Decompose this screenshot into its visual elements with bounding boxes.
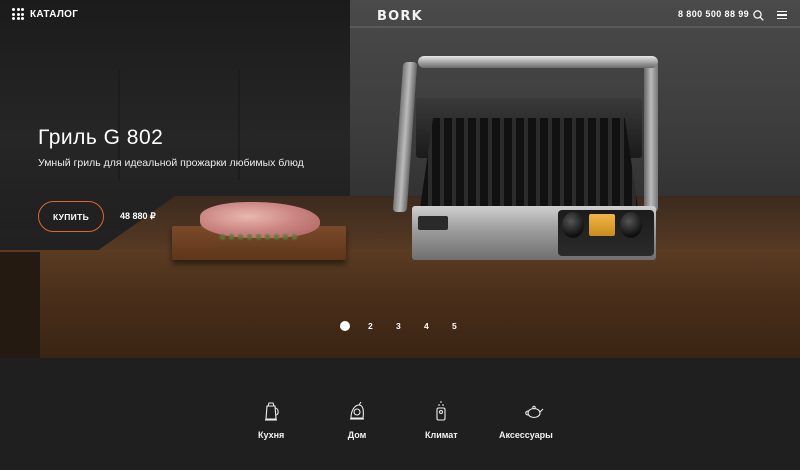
logo-text: BORK: [377, 9, 423, 23]
counter-front: [0, 250, 800, 358]
search-icon[interactable]: [753, 10, 764, 21]
grid-dots-icon: [12, 8, 24, 20]
kettle-icon: [265, 402, 279, 421]
teapot-icon: [525, 405, 544, 419]
slide-2-button[interactable]: 2: [368, 321, 396, 331]
catalog-button[interactable]: КАТАЛОГ: [12, 8, 78, 20]
product-description: Умный гриль для идеальной прожарки любим…: [38, 157, 304, 169]
grill-knob-left: [562, 212, 584, 238]
grill-display: [589, 214, 615, 236]
grill-drip-tray: [418, 216, 448, 230]
slider-pagination: 2 3 4 5: [340, 321, 480, 331]
category-home[interactable]: Дом: [347, 400, 367, 440]
menu-icon[interactable]: [777, 11, 787, 19]
grill-arm-right: [644, 62, 658, 212]
category-label: Климат: [425, 430, 458, 440]
grill-product-image: [392, 56, 660, 266]
category-label: Кухня: [258, 430, 285, 440]
counter-shadow: [0, 252, 40, 358]
phone-number[interactable]: 8 800 500 88 99: [678, 9, 749, 19]
slide-5-button[interactable]: 5: [452, 321, 480, 331]
hero-banner: [0, 0, 800, 358]
grill-plate: [420, 118, 638, 208]
category-nav: Кухня Дом Климат Аксессуары: [0, 358, 800, 470]
category-label: Аксессуары: [499, 430, 553, 440]
catalog-label: КАТАЛОГ: [30, 8, 79, 20]
product-title: Гриль G 802: [38, 126, 164, 149]
grill-handle: [418, 56, 658, 68]
category-kitchen[interactable]: Кухня: [258, 400, 284, 440]
humidifier-icon: [436, 401, 446, 421]
buy-button[interactable]: КУПИТЬ: [38, 201, 104, 232]
slide-1-active-dot[interactable]: [340, 321, 350, 331]
herbs-image: [218, 232, 298, 242]
grill-knob-right: [620, 212, 642, 238]
product-price: 48 880 ₽: [120, 211, 156, 221]
slide-3-button[interactable]: 3: [396, 321, 424, 331]
vacuum-icon: [350, 401, 364, 420]
category-label: Дом: [347, 430, 367, 440]
site-header: КАТАЛОГ BORK 8 800 500 88 99: [0, 0, 800, 30]
category-accessories[interactable]: Аксессуары: [499, 400, 553, 440]
category-climate[interactable]: Климат: [425, 400, 458, 440]
slide-4-button[interactable]: 4: [424, 321, 452, 331]
bork-logo[interactable]: BORK: [377, 7, 423, 23]
